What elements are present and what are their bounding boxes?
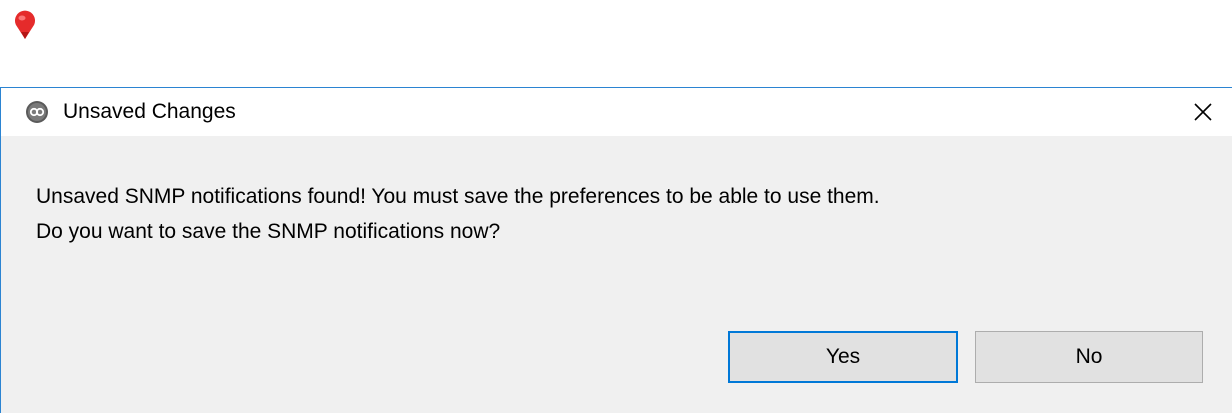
map-pin-icon [15, 10, 35, 40]
page: Unsaved Changes Unsaved SNMP notificatio… [0, 0, 1232, 413]
dialog-message: Unsaved SNMP notifications found! You mu… [36, 179, 880, 249]
close-button[interactable] [1174, 88, 1232, 136]
message-line-1: Unsaved SNMP notifications found! You mu… [36, 185, 880, 208]
yes-button[interactable]: Yes [728, 331, 958, 383]
dialog-titlebar: Unsaved Changes [1, 88, 1232, 136]
app-logo-icon [26, 101, 48, 123]
unsaved-changes-dialog: Unsaved Changes Unsaved SNMP notificatio… [0, 87, 1232, 413]
dialog-title: Unsaved Changes [63, 100, 236, 123]
no-button[interactable]: No [975, 331, 1203, 383]
message-line-2: Do you want to save the SNMP notificatio… [36, 220, 501, 243]
close-icon [1194, 103, 1212, 121]
